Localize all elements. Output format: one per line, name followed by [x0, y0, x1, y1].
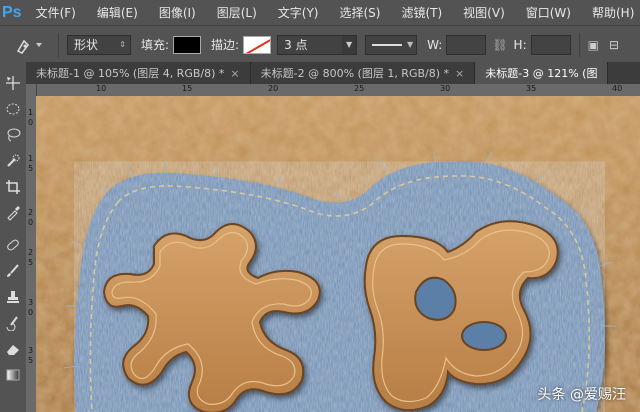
width-label: W: — [427, 37, 443, 52]
chevron-updown-icon: ⇕ — [119, 40, 126, 49]
stroke-type-select[interactable]: ▼ — [365, 34, 418, 55]
ruler-tick-label: 0 — [28, 118, 34, 127]
chevron-down-icon: ▼ — [406, 40, 414, 49]
menu-filter[interactable]: 滤镜(T) — [401, 4, 442, 21]
toolbox-grip[interactable] — [0, 62, 26, 70]
toolbox — [0, 62, 27, 412]
ruler-tick-label: 0 — [28, 308, 34, 317]
ruler-tick-label: 2 — [28, 208, 34, 217]
ruler-tick-label: 3 — [28, 346, 34, 355]
document-tabs: 未标题-1 @ 105% (图层 4, RGB/8) * × 未标题-2 @ 8… — [26, 62, 640, 84]
divider — [578, 32, 580, 57]
ruler-tick-label: 15 — [182, 84, 193, 93]
ruler-tick-label: 35 — [526, 84, 537, 93]
ruler-tick-label: 1 — [28, 154, 34, 163]
tool-preset-picker[interactable] — [8, 30, 50, 60]
pen-tool-icon — [16, 39, 42, 54]
ruler-tick-label: 1 — [28, 108, 34, 117]
quick-selection-tool-icon[interactable] — [0, 148, 26, 174]
width-input[interactable] — [446, 34, 487, 55]
height-input[interactable] — [530, 34, 571, 55]
eraser-tool-icon[interactable] — [0, 336, 26, 362]
chevron-down-icon[interactable]: ▼ — [342, 35, 357, 54]
photoshop-logo: Ps — [2, 3, 22, 21]
tab-document-1[interactable]: 未标题-1 @ 105% (图层 4, RGB/8) * × — [26, 62, 251, 84]
ruler-tick-label: 2 — [28, 248, 34, 257]
leather-letter-2-hole-2 — [461, 321, 507, 351]
menu-image[interactable]: 图像(I) — [159, 4, 196, 21]
ruler-tick-label: 0 — [28, 218, 34, 227]
watermark-text: 头条 @爱赐汪 — [537, 387, 626, 403]
fill-label: 填充: — [141, 38, 170, 52]
history-brush-tool-icon[interactable] — [0, 310, 26, 336]
ruler-tick-label: 30 — [440, 84, 451, 93]
close-icon[interactable]: × — [230, 67, 239, 80]
ruler-tick-label: 5 — [28, 356, 34, 365]
menu-layer[interactable]: 图层(L) — [217, 4, 257, 21]
leather-letter-2-hole-1 — [414, 276, 457, 321]
menu-edit[interactable]: 编辑(E) — [97, 4, 138, 21]
gradient-tool-icon[interactable] — [0, 362, 26, 388]
crop-tool-icon[interactable] — [0, 174, 26, 200]
menu-window[interactable]: 窗口(W) — [526, 4, 571, 21]
marquee-tool-icon[interactable] — [0, 96, 26, 122]
path-operations-icon[interactable]: ▣ — [588, 38, 599, 52]
document-canvas[interactable] — [36, 96, 640, 412]
healing-brush-tool-icon[interactable] — [0, 232, 26, 258]
mode-value: 形状 — [74, 38, 99, 52]
clone-stamp-tool-icon[interactable] — [0, 284, 26, 310]
lasso-tool-icon[interactable] — [0, 122, 26, 148]
stroke-line-preview — [372, 43, 403, 46]
ruler-tick-label: 5 — [28, 258, 34, 267]
menu-view[interactable]: 视图(V) — [463, 4, 505, 21]
ruler-tick-label: 40 — [612, 84, 623, 93]
path-alignment-icon[interactable]: ⊟ — [609, 38, 619, 52]
tab-document-3[interactable]: 未标题-3 @ 121% (图 — [475, 62, 609, 84]
fill-color-swatch[interactable] — [173, 35, 202, 54]
menu-help[interactable]: 帮助(H) — [592, 4, 634, 21]
menu-bar: Ps 文件(F) 编辑(E) 图像(I) 图层(L) 文字(Y) 选择(S) 滤… — [0, 0, 640, 25]
divider — [58, 32, 59, 57]
height-label: H: — [513, 37, 527, 52]
ruler-tick-label: 20 — [268, 84, 279, 93]
stroke-width-field[interactable]: 3 点 ▼ — [277, 34, 358, 55]
tab-label: 未标题-1 @ 105% (图层 4, RGB/8) * — [36, 67, 225, 80]
stroke-color-swatch[interactable] — [243, 35, 272, 54]
tab-label: 未标题-2 @ 800% (图层 1, RGB/8) * — [260, 67, 450, 80]
leather-denim-artwork — [36, 96, 640, 412]
tab-label: 未标题-3 @ 121% (图 — [485, 67, 598, 80]
move-tool-icon[interactable] — [0, 70, 26, 96]
mode-select[interactable]: 形状 ⇕ — [67, 34, 131, 55]
close-icon[interactable]: × — [455, 67, 464, 80]
ruler-tick-label: 25 — [354, 84, 365, 93]
brush-tool-icon[interactable] — [0, 258, 26, 284]
ruler-tick-label: 5 — [28, 164, 34, 173]
link-icon[interactable]: ⛓ — [492, 38, 507, 52]
menu-file[interactable]: 文件(F) — [36, 4, 76, 21]
eyedropper-tool-icon[interactable] — [0, 200, 26, 226]
options-bar: 形状 ⇕ 填充: 描边: 3 点 ▼ ▼ W: ⛓ H: ▣ ⊟ — [0, 25, 640, 64]
ruler-tick-label: 3 — [28, 298, 34, 307]
stroke-label: 描边: — [211, 38, 240, 52]
stroke-width-value: 3 点 — [284, 38, 308, 52]
ruler-tick-label: 10 — [96, 84, 107, 93]
menu-select[interactable]: 选择(S) — [339, 4, 380, 21]
tab-document-2[interactable]: 未标题-2 @ 800% (图层 1, RGB/8) * × — [251, 62, 476, 84]
menu-type[interactable]: 文字(Y) — [278, 4, 319, 21]
